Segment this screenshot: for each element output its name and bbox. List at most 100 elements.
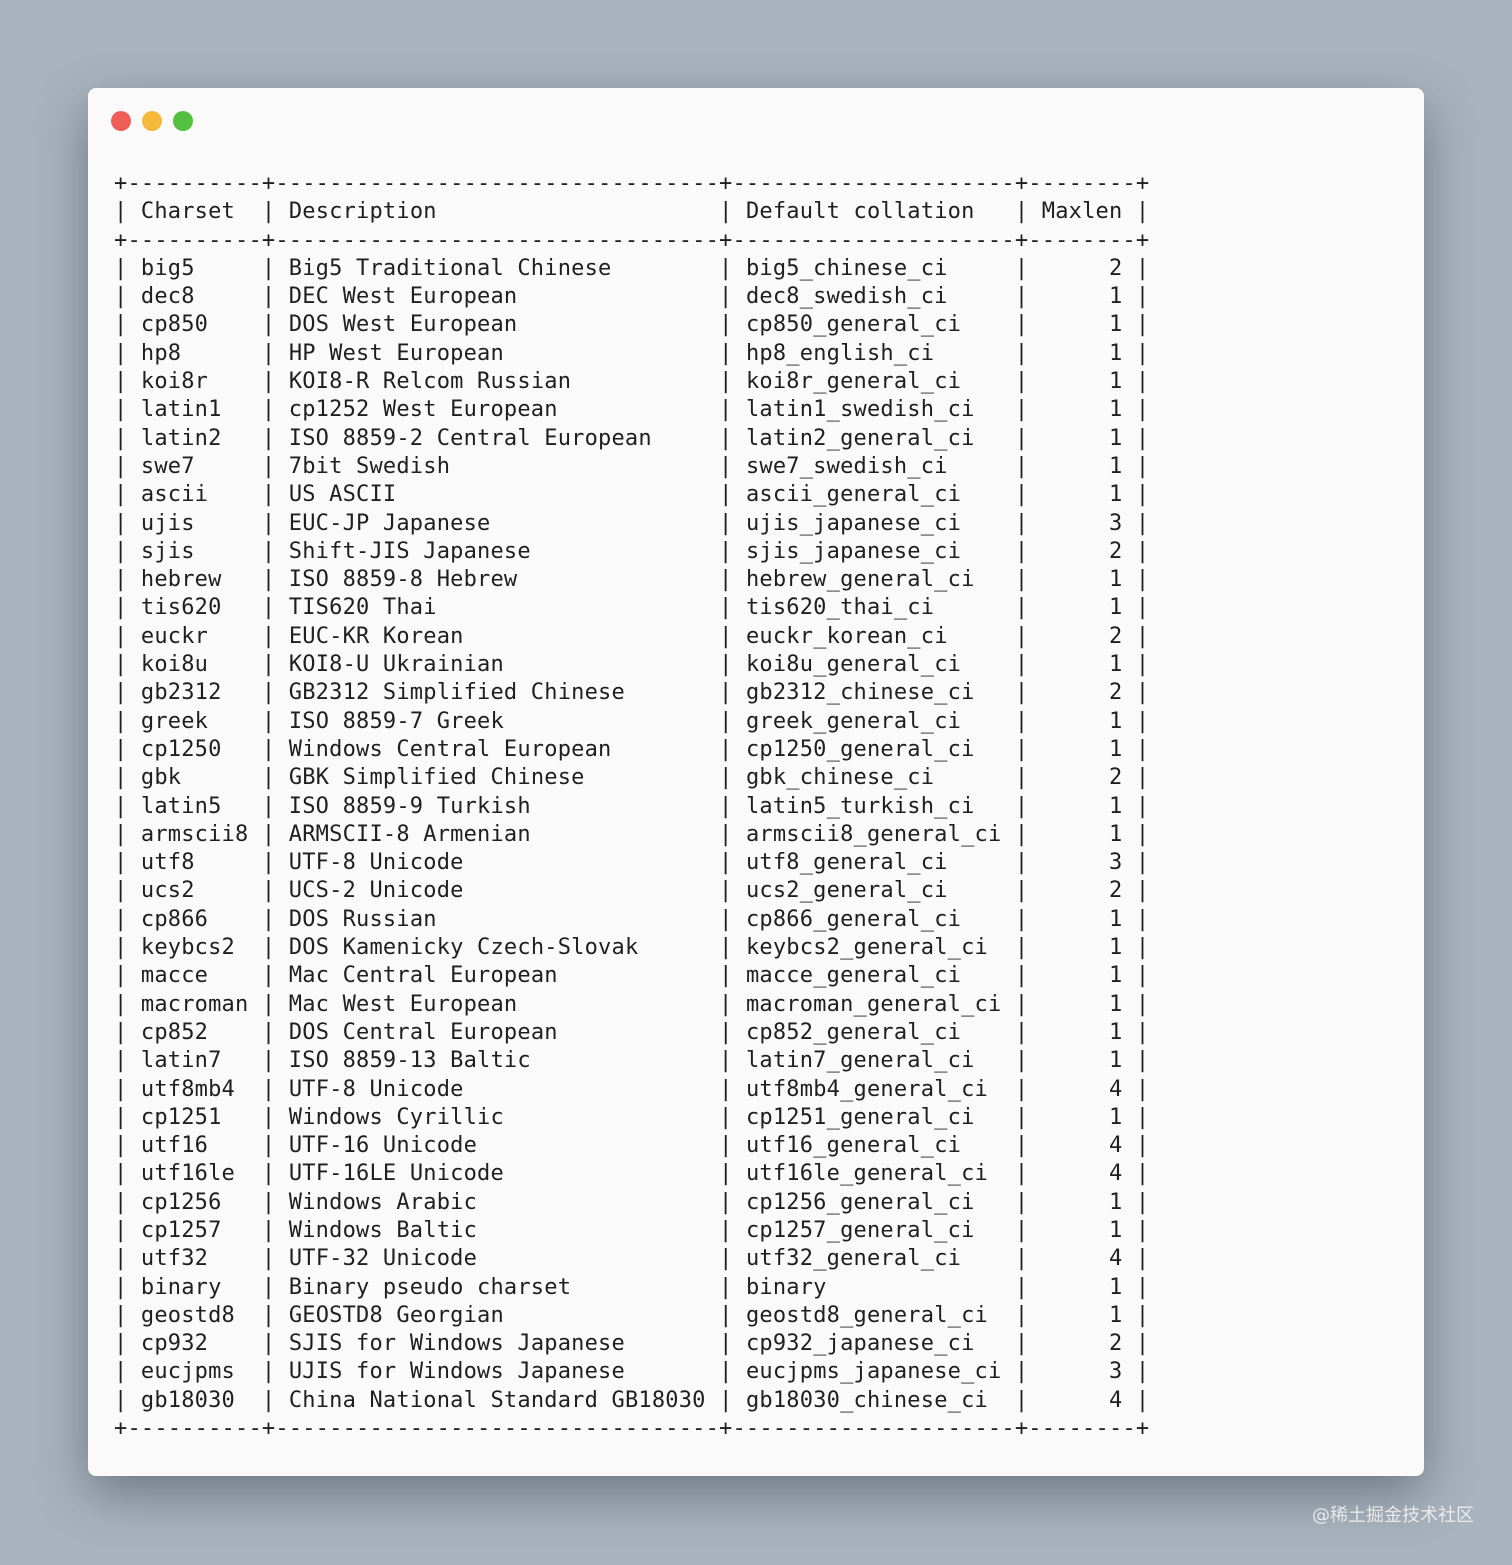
table-cell: 1 (1109, 736, 1123, 762)
table-cell: ISO 8859-13 Baltic (288, 1048, 531, 1074)
table-cell: cp866_general_ci (745, 906, 962, 932)
table-cell: utf16le_general_ci (745, 1161, 988, 1187)
column-header: Default collation (745, 199, 975, 225)
table-cell: ARMSCII-8 Armenian (288, 821, 531, 847)
table-cell: latin7 (140, 1048, 222, 1074)
table-cell: 1 (1109, 425, 1123, 451)
table-cell: euckr_korean_ci (745, 623, 948, 649)
table-cell: 1 (1109, 1274, 1123, 1300)
table-cell: 1 (1109, 284, 1123, 310)
table-cell: latin1 (140, 397, 222, 423)
table-cell: 1 (1109, 453, 1123, 479)
table-cell: UCS-2 Unicode (288, 878, 464, 904)
table-cell: 1 (1109, 963, 1123, 989)
table-cell: UTF-16LE Unicode (288, 1161, 504, 1187)
table-cell: utf16 (140, 1133, 209, 1159)
table-cell: ascii (140, 482, 209, 508)
table-cell: HP West European (288, 340, 504, 366)
table-cell: cp1257_general_ci (745, 1217, 975, 1243)
table-cell: 4 (1109, 1387, 1123, 1413)
table-cell: 4 (1109, 1246, 1123, 1272)
table-cell: 2 (1109, 538, 1123, 564)
table-cell: Windows Baltic (288, 1217, 478, 1243)
table-cell: 4 (1109, 1133, 1123, 1159)
watermark: @稀土掘金技术社区 (1312, 1505, 1474, 1526)
table-cell: 4 (1109, 1076, 1123, 1102)
table-cell: cp850 (140, 312, 209, 338)
table-cell: koi8r_general_ci (745, 369, 962, 395)
table-cell: UTF-8 Unicode (288, 850, 464, 876)
table-cell: hp8 (140, 340, 182, 366)
table-cell: ISO 8859-7 Greek (288, 708, 504, 734)
table-cell: utf8 (140, 850, 195, 876)
table-cell: ucs2_general_ci (745, 878, 948, 904)
table-cell: 1 (1109, 1217, 1123, 1243)
column-header: Charset (140, 199, 236, 225)
table-cell: cp1251 (140, 1104, 222, 1130)
table-cell: EUC-JP Japanese (288, 510, 491, 536)
mysql-charset-table: +----------+----------------------------… (114, 171, 1150, 1442)
table-cell: swe7 (140, 453, 195, 479)
table-cell: gb2312_chinese_ci (745, 680, 975, 706)
table-cell: dec8_swedish_ci (745, 284, 948, 310)
table-cell: geostd8_general_ci (745, 1302, 988, 1328)
table-cell: geostd8 (140, 1302, 236, 1328)
table-cell: 2 (1109, 878, 1123, 904)
table-cell: koi8u_general_ci (745, 652, 962, 678)
table-cell: tis620 (140, 595, 222, 621)
table-cell: 2 (1109, 680, 1123, 706)
close-button[interactable] (111, 111, 131, 131)
table-cell: cp932_japanese_ci (745, 1331, 975, 1357)
minimize-button[interactable] (142, 111, 162, 131)
table-cell: GB2312 Simplified Chinese (288, 680, 625, 706)
table-cell: EUC-KR Korean (288, 623, 464, 649)
table-cell: Windows Arabic (288, 1189, 478, 1215)
table-cell: GEOSTD8 Georgian (288, 1302, 504, 1328)
table-cell: 1 (1109, 482, 1123, 508)
table-cell: gbk (140, 765, 182, 791)
table-cell: greek (140, 708, 209, 734)
table-cell: cp932 (140, 1331, 209, 1357)
table-cell: 1 (1109, 397, 1123, 423)
table-cell: 1 (1109, 906, 1123, 932)
table-cell: 1 (1109, 1302, 1123, 1328)
table-cell: DOS Central European (288, 1019, 558, 1045)
window-controls (111, 111, 193, 131)
table-cell: tis620_thai_ci (745, 595, 935, 621)
table-cell: 7bit Swedish (288, 453, 451, 479)
table-cell: DOS Kamenicky Czech-Slovak (288, 935, 639, 961)
maximize-button[interactable] (173, 111, 193, 131)
table-cell: DOS West European (288, 312, 518, 338)
table-cell: Mac Central European (288, 963, 558, 989)
table-cell: cp1250 (140, 736, 222, 762)
table-cell: hebrew (140, 567, 222, 593)
table-cell: utf8mb4 (140, 1076, 236, 1102)
table-cell: ujis_japanese_ci (745, 510, 962, 536)
table-cell: cp1251_general_ci (745, 1104, 975, 1130)
table-cell: keybcs2_general_ci (745, 935, 988, 961)
table-cell: DOS Russian (288, 906, 437, 932)
table-cell: 1 (1109, 991, 1123, 1017)
table-cell: 2 (1109, 623, 1123, 649)
table-cell: 1 (1109, 652, 1123, 678)
table-cell: latin2_general_ci (745, 425, 975, 451)
table-cell: cp1256 (140, 1189, 222, 1215)
table-cell: 1 (1109, 821, 1123, 847)
table-cell: latin5_turkish_ci (745, 793, 975, 819)
table-cell: gbk_chinese_ci (745, 765, 935, 791)
table-cell: ISO 8859-2 Central European (288, 425, 652, 451)
table-cell: SJIS for Windows Japanese (288, 1331, 625, 1357)
table-cell: sjis (140, 538, 195, 564)
table-cell: DEC West European (288, 284, 518, 310)
table-cell: KOI8-U Ukrainian (288, 652, 504, 678)
table-cell: China National Standard GB18030 (288, 1387, 706, 1413)
table-cell: latin1_swedish_ci (745, 397, 975, 423)
table-cell: 1 (1109, 708, 1123, 734)
table-cell: 3 (1109, 1359, 1123, 1385)
table-cell: 1 (1109, 1019, 1123, 1045)
table-cell: binary (140, 1274, 222, 1300)
table-cell: KOI8-R Relcom Russian (288, 369, 572, 395)
table-cell: binary (745, 1274, 827, 1300)
table-cell: 2 (1109, 255, 1123, 281)
table-cell: Windows Cyrillic (288, 1104, 504, 1130)
